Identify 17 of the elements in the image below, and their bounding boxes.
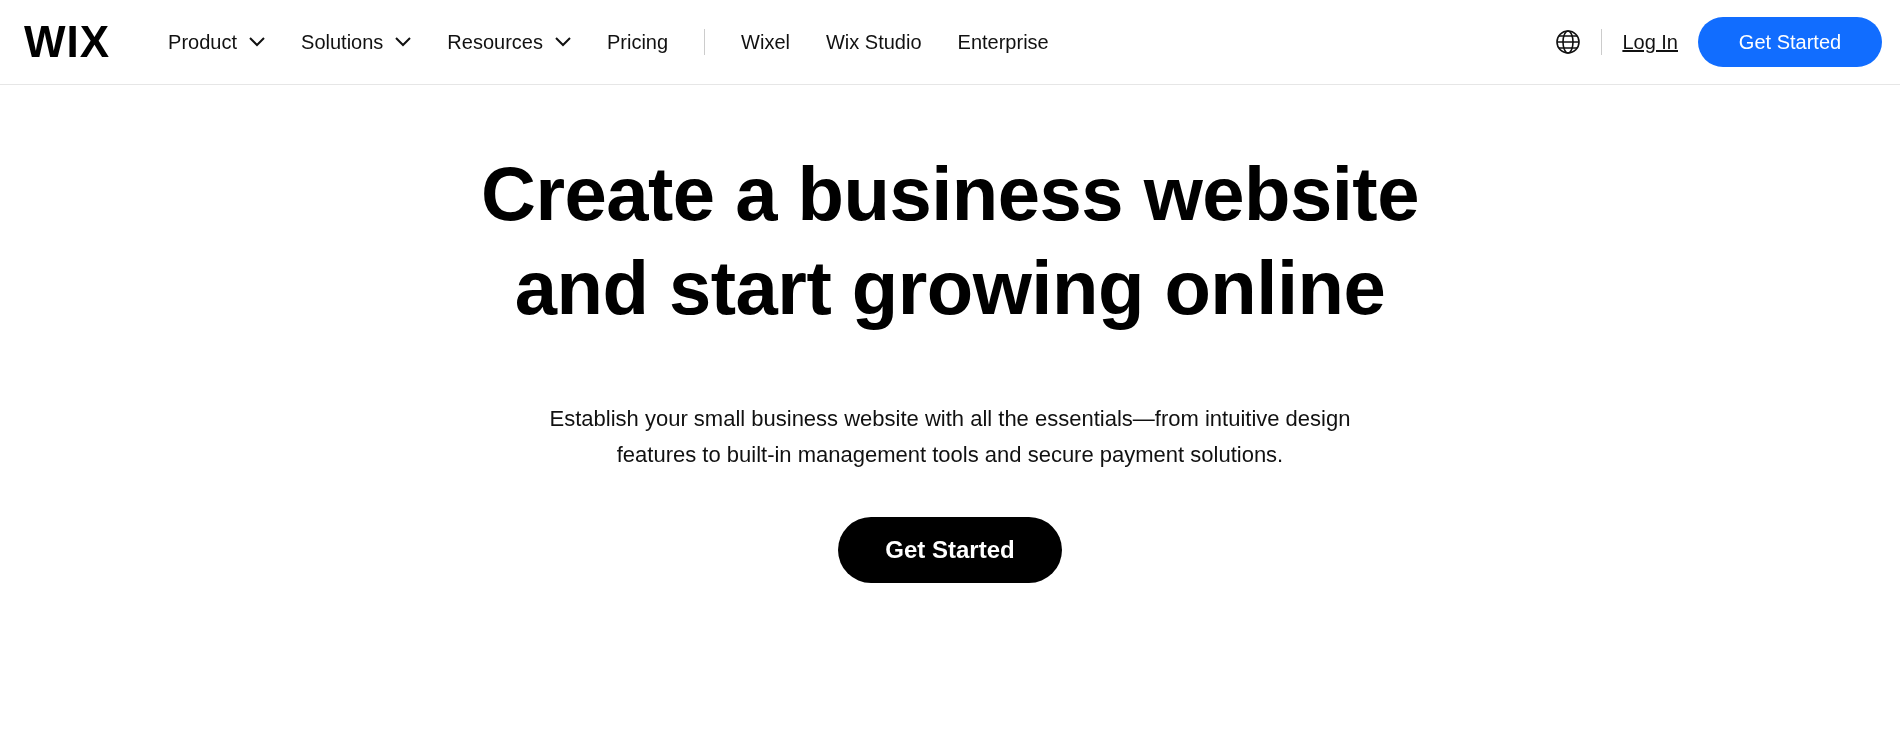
get-started-button[interactable]: Get Started (1698, 17, 1882, 67)
chevron-down-icon (395, 37, 412, 47)
nav-link[interactable]: Wix Studio (825, 30, 922, 54)
nav-link[interactable]: Pricing (606, 30, 669, 54)
logo[interactable]: WIX (24, 17, 111, 67)
hero-subtitle: Establish your small business website with all the essentials—from intuitive design features to built-in management tools and secure payment solutions. (549, 405, 1351, 469)
login-link[interactable]: Log In (1622, 30, 1678, 54)
chevron-down-icon (249, 37, 266, 47)
globe-icon[interactable] (1555, 29, 1582, 55)
nav-menu[interactable]: Product (168, 30, 266, 54)
nav-link[interactable]: Enterprise (957, 30, 1049, 54)
nav-menu[interactable]: Solutions (301, 30, 412, 54)
get-started-button[interactable]: Get Started (838, 517, 1062, 583)
nav-link[interactable]: Wixel (741, 30, 790, 54)
chevron-down-icon (554, 37, 571, 47)
nav-menu[interactable]: Resources (447, 30, 571, 54)
hero-title: Create a business website and start growing online (481, 150, 1419, 332)
